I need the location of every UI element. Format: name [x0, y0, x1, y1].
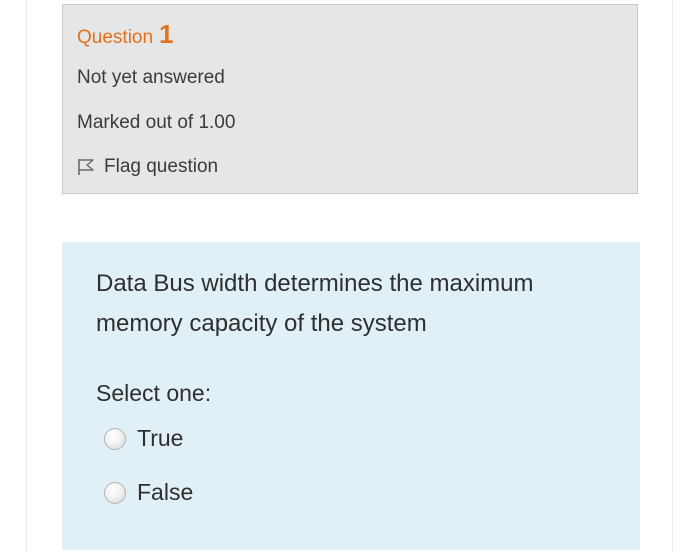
question-content-panel: Data Bus width determines the maximum me…: [62, 242, 640, 550]
question-info-panel: Question 1 Not yet answered Marked out of…: [62, 4, 638, 194]
question-grade: Marked out of 1.00: [77, 112, 236, 133]
question-number: 1: [159, 19, 174, 49]
question-heading: Question 1: [77, 19, 174, 50]
radio-true[interactable]: [104, 427, 126, 450]
quiz-page: Question 1 Not yet answered Marked out of…: [0, 0, 700, 552]
answer-label-true: True: [137, 425, 184, 451]
answer-option-false[interactable]: False: [104, 479, 193, 506]
page-border-right: [672, 0, 673, 552]
answer-option-true[interactable]: True: [104, 425, 183, 452]
question-state: Not yet answered: [77, 67, 225, 88]
question-text: Data Bus width determines the maximum me…: [96, 270, 534, 337]
question-label: Question: [77, 27, 154, 48]
flag-outline-icon: [77, 158, 95, 176]
flag-question-label: Flag question: [104, 156, 219, 177]
flag-question-button[interactable]: Flag question: [77, 156, 218, 178]
select-one-prompt: Select one:: [96, 380, 212, 406]
answer-label-false: False: [137, 479, 194, 505]
radio-false[interactable]: [104, 481, 126, 504]
page-border-left: [26, 0, 27, 552]
